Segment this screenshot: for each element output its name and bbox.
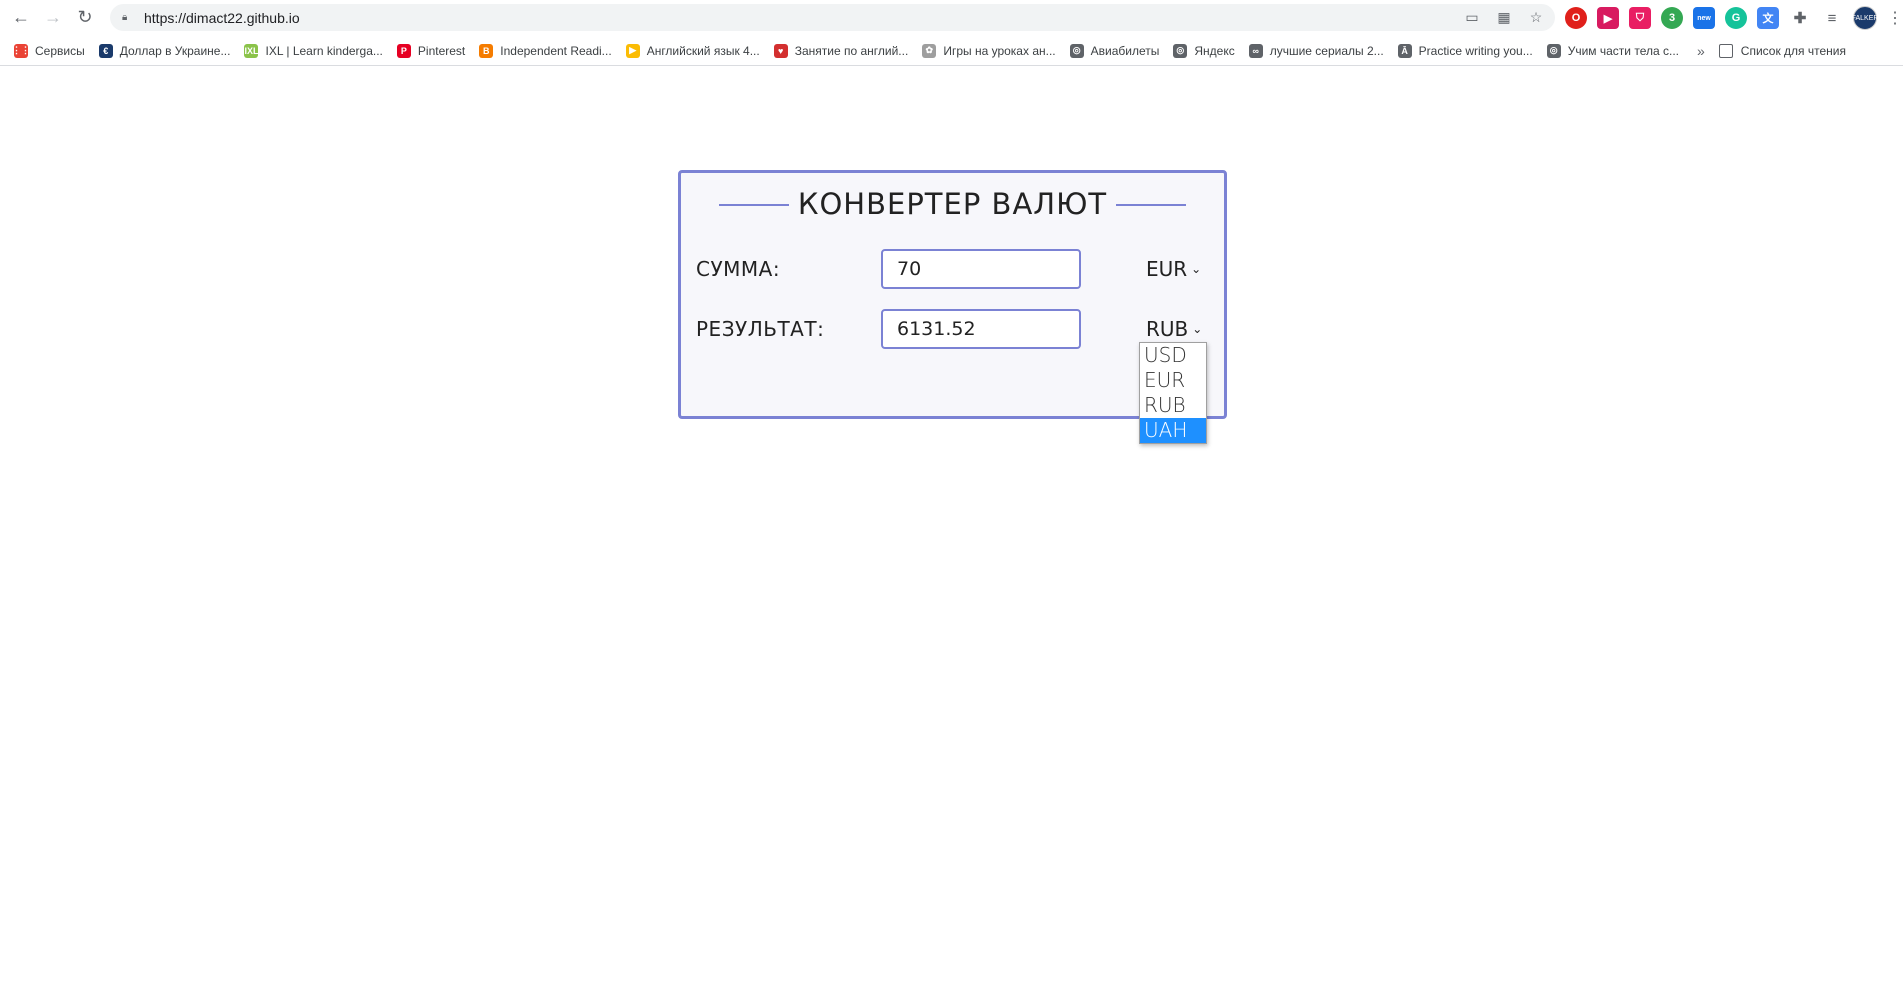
bookmark-favicon-icon: ⋮⋮	[12, 43, 30, 58]
dropdown-option-usd[interactable]: USD	[1140, 343, 1206, 368]
bookmark-item[interactable]: ▶ Английский язык 4...	[625, 43, 760, 58]
bookmark-item[interactable]: IXL IXL | Learn kinderga...	[244, 43, 383, 58]
to-currency-select[interactable]: RUB ⌄	[1146, 317, 1202, 341]
address-bar[interactable]: 🔒︎ https://dimact22.github.io ▭ ▦ ☆	[110, 4, 1555, 31]
bookmark-favicon-icon: Ā	[1397, 43, 1412, 58]
bookmark-item[interactable]: ∞ лучшие сериалы 2...	[1248, 43, 1384, 58]
bookmark-favicon-icon: ∞	[1248, 43, 1263, 58]
amount-input[interactable]	[881, 249, 1081, 289]
bookmark-label: Доллар в Украине...	[119, 43, 231, 58]
to-currency-dropdown-list: USD EUR RUB UAH	[1139, 342, 1207, 444]
title-right-rule	[1116, 204, 1186, 206]
chevron-down-icon: ⌄	[1192, 322, 1203, 336]
bookmark-label: Занятие по англий...	[794, 43, 909, 58]
green-dot-extension-icon[interactable]: 3	[1661, 7, 1683, 29]
bookmark-label: лучшие сериалы 2...	[1269, 43, 1384, 58]
shield-extension-icon[interactable]: ⛉	[1629, 7, 1651, 29]
bookmark-item[interactable]: ✿ Игры на уроках ан...	[922, 43, 1056, 58]
chevron-down-icon: ⌄	[1191, 262, 1202, 276]
bookmark-item[interactable]: ◎ Яндекс	[1173, 43, 1235, 58]
from-currency-value: EUR	[1146, 257, 1188, 281]
opera-extension-icon[interactable]: O	[1565, 7, 1587, 29]
result-output[interactable]	[881, 309, 1081, 349]
bookmark-favicon-icon: IXL	[244, 43, 259, 58]
bookmark-label: Independent Readi...	[500, 43, 612, 58]
bookmark-favicon-icon: €	[98, 43, 113, 58]
cast-icon[interactable]: ▭	[1463, 8, 1481, 26]
grammarly-icon[interactable]: G	[1725, 7, 1747, 29]
bookmark-favicon-icon: B	[479, 43, 494, 58]
bookmark-label: Яндекс	[1194, 43, 1235, 58]
reading-list-button[interactable]: Список для чтения	[1718, 43, 1847, 58]
bookmark-label: Practice writing you...	[1418, 43, 1533, 58]
bookmark-item[interactable]: P Pinterest	[396, 43, 466, 58]
bookmark-label: Игры на уроках ан...	[943, 43, 1056, 58]
bookmark-star-icon[interactable]: ☆	[1527, 8, 1545, 26]
bookmark-label: Pinterest	[417, 43, 466, 58]
dropdown-option-uah[interactable]: UAH	[1140, 418, 1206, 443]
from-currency-select[interactable]: EUR ⌄	[1146, 257, 1201, 281]
bookmark-favicon-icon: ♥	[773, 43, 788, 58]
browser-toolbar: ← → ↻ 🔒︎ https://dimact22.github.io ▭ ▦ …	[0, 0, 1903, 33]
forward-arrow-icon[interactable]: →	[42, 6, 64, 28]
bookmarks-overflow-button[interactable]: »	[1697, 43, 1705, 59]
reading-list-label: Список для чтения	[1740, 43, 1847, 58]
dropdown-option-eur[interactable]: EUR	[1140, 368, 1206, 393]
profile-avatar-icon[interactable]: FALKER	[1852, 6, 1878, 30]
puzzle-extensions-icon[interactable]: ✚	[1789, 7, 1811, 29]
bookmark-label: Сервисы	[35, 43, 85, 58]
video-extension-icon[interactable]: ▶	[1597, 7, 1619, 29]
bookmark-label: IXL | Learn kinderga...	[265, 43, 383, 58]
bookmark-favicon-icon: ◎	[1173, 43, 1188, 58]
lock-icon: 🔒︎	[122, 11, 128, 23]
bookmark-item[interactable]: € Доллар в Украине...	[98, 43, 231, 58]
reading-list-icon[interactable]: ≡	[1821, 7, 1843, 29]
menu-kebab-icon[interactable]: ⋮	[1887, 8, 1903, 28]
bookmark-label: Авиабилеты	[1090, 43, 1160, 58]
bookmark-favicon-icon: ✿	[922, 43, 937, 58]
bookmark-label: Английский язык 4...	[646, 43, 760, 58]
translate-icon[interactable]: 文	[1757, 7, 1779, 29]
url-text[interactable]: https://dimact22.github.io	[144, 10, 300, 26]
bookmark-item[interactable]: ♥ Занятие по англий...	[773, 43, 909, 58]
bookmark-item[interactable]: Ā Practice writing you...	[1397, 43, 1533, 58]
bookmark-item[interactable]: ◎ Авиабилеты	[1069, 43, 1160, 58]
reload-icon[interactable]: ↻	[74, 6, 96, 28]
bookmark-favicon-icon: P	[396, 43, 411, 58]
reading-list-icon	[1718, 43, 1733, 58]
bookmark-favicon-icon: ◎	[1069, 43, 1084, 58]
bookmark-label: Учим части тела с...	[1567, 43, 1679, 58]
bookmark-item[interactable]: ⋮⋮ Сервисы	[12, 43, 85, 58]
qr-code-icon[interactable]: ▦	[1495, 8, 1513, 26]
bookmark-item[interactable]: ◎ Учим части тела с...	[1546, 43, 1679, 58]
amount-label: СУММА:	[696, 257, 781, 281]
bookmarks-bar: ⋮⋮ Сервисы € Доллар в Украине... IXL IXL | Le…	[0, 36, 1903, 66]
new-badge-extension-icon[interactable]: new	[1693, 7, 1715, 29]
bookmark-favicon-icon: ◎	[1546, 43, 1561, 58]
bookmark-item[interactable]: B Independent Readi...	[479, 43, 612, 58]
dropdown-option-rub[interactable]: RUB	[1140, 393, 1206, 418]
bookmark-favicon-icon: ▶	[625, 43, 640, 58]
to-currency-value: RUB	[1146, 317, 1189, 341]
back-arrow-icon[interactable]: ←	[10, 6, 32, 28]
result-label: РЕЗУЛЬТАТ:	[696, 317, 825, 341]
